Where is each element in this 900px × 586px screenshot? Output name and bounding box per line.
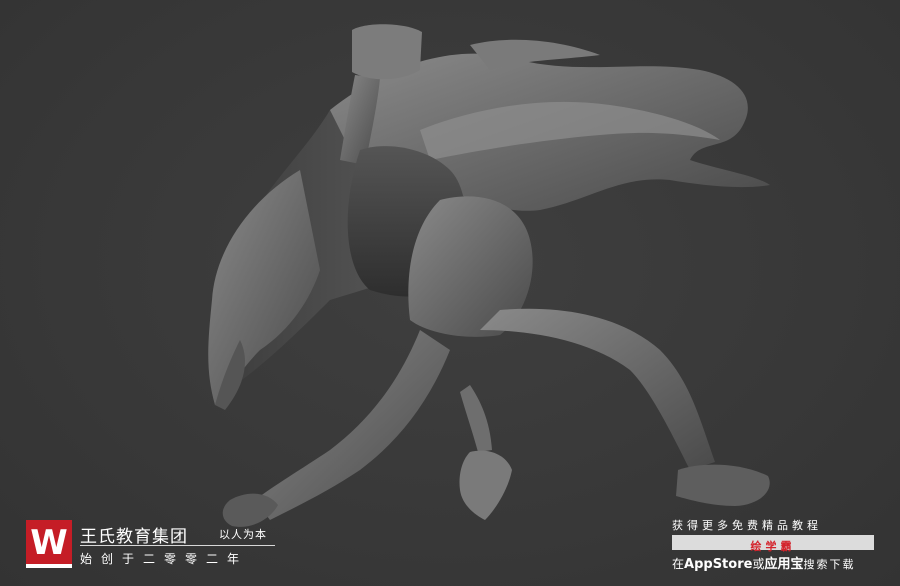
promo-block: 获得更多免费精品教程 绘学霸 在AppStore或应用宝搜索下载 <box>668 517 880 575</box>
brand-founded: 始创于二零零二年 <box>80 552 249 566</box>
brand-block: W 王氏教育集团 以人为本 始创于二零零二年 <box>26 520 286 570</box>
hand <box>459 450 512 520</box>
promo-highlight-bar: 绘学霸 <box>672 535 874 553</box>
promo-appstore: AppStore <box>684 557 753 572</box>
front-leg <box>480 308 715 470</box>
promo-highlight: 绘学霸 <box>750 540 796 553</box>
promo-or: 或 <box>752 557 765 571</box>
promo-download-line: 在AppStore或应用宝搜索下载 <box>672 553 884 572</box>
promo-headline: 获得更多免费精品教程 <box>672 519 822 532</box>
promo-suffix: 搜索下载 <box>803 558 856 571</box>
brand-divider <box>80 545 275 546</box>
front-shoe <box>676 464 770 506</box>
brand-name: 王氏教育集团 <box>80 527 188 547</box>
promo-prefix: 在 <box>672 557 685 571</box>
fist <box>352 24 422 80</box>
cape-fold-left <box>208 170 320 405</box>
sculpt-viewport <box>0 0 900 586</box>
brand-slogan: 以人为本 <box>219 528 267 541</box>
sculpt-render <box>208 24 770 527</box>
logo-underline <box>26 564 72 568</box>
hanging-arm <box>460 385 492 452</box>
brand-logo: W <box>26 520 72 566</box>
back-leg <box>255 330 450 520</box>
promo-app-store-cn: 应用宝 <box>764 557 804 572</box>
